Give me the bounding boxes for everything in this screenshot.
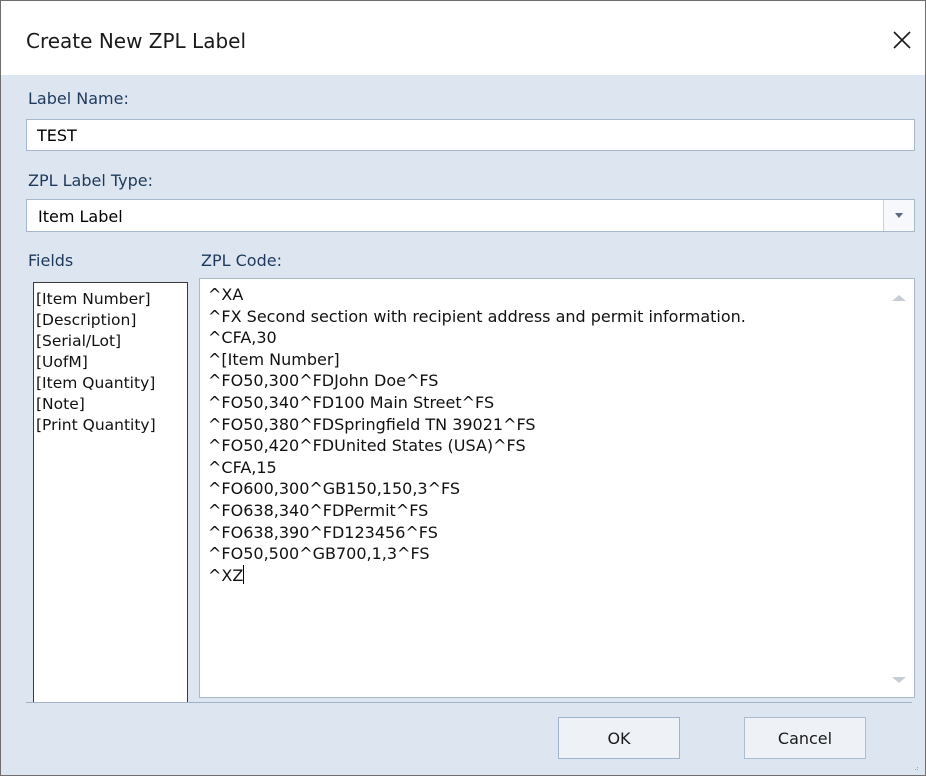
dropdown-button[interactable]	[883, 200, 914, 231]
code-line-text: ^FO50,500^GB700,1,3^FS	[208, 544, 430, 564]
scroll-down-icon[interactable]	[892, 677, 906, 683]
code-line-text: ^XZ	[208, 565, 244, 585]
field-item[interactable]: [UofM]	[36, 352, 187, 373]
code-line-text: ^CFA,30	[208, 328, 277, 348]
cancel-button[interactable]: Cancel	[744, 717, 866, 759]
fields-list[interactable]: [Item Number] [Description] [Serial/Lot] [U…	[33, 282, 188, 703]
code-line: ^XZ	[208, 564, 746, 587]
dialog-title: Create New ZPL Label	[26, 29, 247, 53]
scroll-up-icon[interactable]	[892, 295, 906, 301]
code-line: ^CFA,30	[208, 327, 746, 349]
field-item[interactable]: [Item Quantity]	[36, 373, 187, 394]
code-line-text: ^FO600,300^GB150,150,3^FS	[208, 479, 461, 499]
text-caret	[243, 564, 245, 584]
code-line: ^FO50,340^FD100 Main Street^FS	[208, 392, 746, 414]
code-line-text: ^FX Second section with recipient addres…	[208, 306, 746, 326]
zpl-code-text[interactable]: ^XA ^FX Second section with recipient add…	[208, 284, 746, 586]
label-name-input[interactable]	[27, 120, 914, 150]
code-line: ^CFA,15	[208, 457, 746, 479]
label-type-label: ZPL Label Type:	[28, 171, 153, 190]
code-line: ^XA	[208, 284, 746, 306]
code-line: ^FO50,300^FDJohn Doe^FS	[208, 370, 746, 392]
fields-label: Fields	[28, 251, 74, 270]
code-line: ^FO50,380^FDSpringfield TN 39021^FS	[208, 414, 746, 436]
close-button[interactable]	[881, 15, 925, 65]
label-name-label: Label Name:	[28, 89, 129, 108]
code-line: ^[Item Number]	[208, 349, 746, 371]
chevron-down-icon	[895, 213, 903, 218]
resize-grip-icon[interactable]	[915, 767, 919, 771]
label-name-field-box	[26, 119, 915, 151]
field-item[interactable]: [Print Quantity]	[36, 415, 187, 436]
code-line: ^FO600,300^GB150,150,3^FS	[208, 478, 746, 500]
code-line-text: ^XA	[208, 285, 244, 304]
dialog-body: Label Name: ZPL Label Type: Item Label F…	[1, 75, 925, 775]
code-line-text: ^FO50,340^FD100 Main Street^FS	[208, 392, 495, 412]
label-type-select[interactable]: Item Label	[26, 199, 915, 232]
close-icon	[893, 31, 911, 49]
title-bar[interactable]: Create New ZPL Label	[1, 1, 925, 75]
field-item[interactable]: [Item Number]	[36, 289, 187, 310]
button-separator	[26, 702, 912, 703]
vertical-scrollbar[interactable]	[882, 279, 914, 697]
code-line-text: ^FO638,340^FDPermit^FS	[208, 500, 429, 520]
code-line-text: ^CFA,15	[208, 457, 277, 477]
zpl-code-editor[interactable]: ^XA ^FX Second section with recipient add…	[199, 278, 915, 698]
field-item[interactable]: [Note]	[36, 394, 187, 415]
code-line-text: ^FO50,420^FDUnited States (USA)^FS	[208, 436, 526, 456]
code-line-text: ^FO50,380^FDSpringfield TN 39021^FS	[208, 414, 536, 434]
code-line-text: ^FO638,390^FD123456^FS	[208, 522, 438, 542]
code-line: ^FX Second section with recipient addres…	[208, 306, 746, 328]
code-line: ^FO50,420^FDUnited States (USA)^FS	[208, 435, 746, 457]
ok-button[interactable]: OK	[558, 717, 680, 759]
code-line: ^FO638,340^FDPermit^FS	[208, 500, 746, 522]
label-type-value: Item Label	[38, 207, 123, 226]
code-line: ^FO50,500^GB700,1,3^FS	[208, 543, 746, 565]
code-line-text: ^FO50,300^FDJohn Doe^FS	[208, 371, 439, 391]
create-zpl-label-dialog: Create New ZPL Label Label Name: ZPL Lab…	[0, 0, 926, 776]
code-line: ^FO638,390^FD123456^FS	[208, 522, 746, 544]
code-line-text: ^[Item Number]	[208, 349, 340, 369]
field-item[interactable]: [Serial/Lot]	[36, 331, 187, 352]
field-item[interactable]: [Description]	[36, 310, 187, 331]
zpl-code-label: ZPL Code:	[201, 251, 282, 270]
